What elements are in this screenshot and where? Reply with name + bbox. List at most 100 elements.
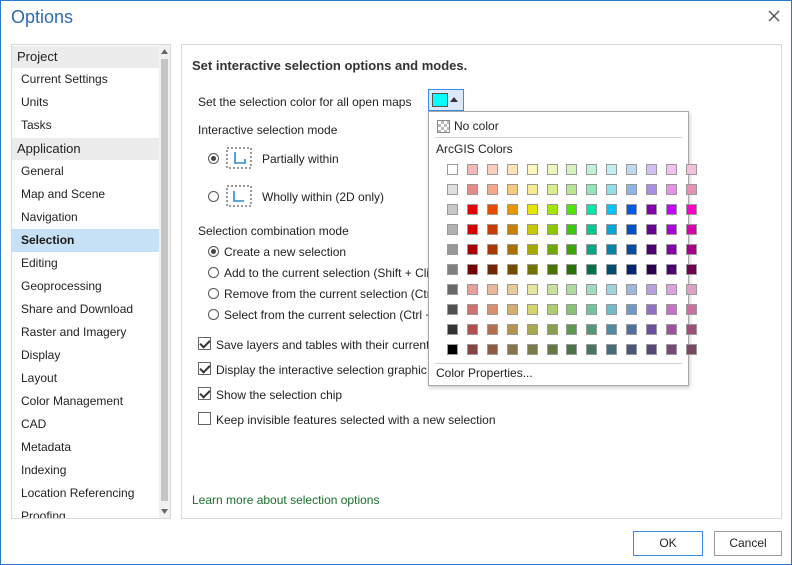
- color-swatch-cell[interactable]: [626, 204, 638, 215]
- color-swatch-cell[interactable]: [447, 244, 458, 255]
- sidebar-item-cad[interactable]: CAD: [12, 413, 160, 436]
- color-swatch-cell[interactable]: [646, 304, 657, 315]
- color-swatch-cell[interactable]: [447, 204, 458, 215]
- color-swatch-cell[interactable]: [606, 304, 618, 315]
- color-swatch-cell[interactable]: [646, 244, 657, 255]
- color-swatch-cell[interactable]: [486, 204, 498, 215]
- color-swatch-cell[interactable]: [606, 264, 618, 275]
- selection-chip-checkbox[interactable]: [198, 387, 211, 400]
- color-swatch-cell[interactable]: [566, 164, 578, 175]
- sidebar-item-raster-and-imagery[interactable]: Raster and Imagery: [12, 321, 160, 344]
- color-swatch-cell[interactable]: [546, 204, 558, 215]
- combo-remove-radio[interactable]: [208, 288, 219, 299]
- color-swatch-cell[interactable]: [566, 204, 578, 215]
- color-swatch-cell[interactable]: [486, 304, 498, 315]
- color-swatch-cell[interactable]: [466, 244, 478, 255]
- color-swatch-cell[interactable]: [685, 184, 697, 195]
- color-swatch-cell[interactable]: [486, 264, 498, 275]
- color-swatch-cell[interactable]: [586, 224, 598, 235]
- ok-button[interactable]: OK: [633, 531, 703, 556]
- color-swatch-cell[interactable]: [586, 324, 598, 335]
- color-swatch-cell[interactable]: [586, 244, 598, 255]
- color-swatch-cell[interactable]: [546, 324, 558, 335]
- color-swatch-cell[interactable]: [546, 164, 558, 175]
- mode-partially-within-radio[interactable]: [208, 153, 219, 164]
- sidebar-item-proofing[interactable]: Proofing: [12, 505, 160, 518]
- color-swatch-cell[interactable]: [646, 284, 657, 295]
- color-swatch-cell[interactable]: [646, 184, 657, 195]
- sidebar-item-display[interactable]: Display: [12, 344, 160, 367]
- color-swatch-cell[interactable]: [506, 264, 518, 275]
- color-swatch-cell[interactable]: [506, 244, 518, 255]
- color-swatch-cell[interactable]: [665, 304, 677, 315]
- color-swatch-cell[interactable]: [466, 264, 478, 275]
- color-swatch-cell[interactable]: [626, 284, 638, 295]
- color-swatch-cell[interactable]: [506, 184, 518, 195]
- color-swatch-cell[interactable]: [606, 164, 618, 175]
- color-swatch-cell[interactable]: [566, 304, 578, 315]
- combo-add-radio[interactable]: [208, 267, 219, 278]
- scroll-thumb[interactable]: [161, 59, 168, 501]
- color-swatch-cell[interactable]: [586, 204, 598, 215]
- color-swatch-cell[interactable]: [506, 164, 518, 175]
- color-swatch-cell[interactable]: [586, 344, 598, 355]
- color-swatch-cell[interactable]: [526, 244, 538, 255]
- color-swatch-cell[interactable]: [626, 164, 638, 175]
- color-swatch-cell[interactable]: [506, 344, 518, 355]
- color-swatch-cell[interactable]: [586, 184, 598, 195]
- color-swatch-cell[interactable]: [506, 224, 518, 235]
- color-swatch-cell[interactable]: [506, 284, 518, 295]
- color-swatch-cell[interactable]: [526, 264, 538, 275]
- mode-wholly-within-radio[interactable]: [208, 191, 219, 202]
- color-swatch-cell[interactable]: [685, 324, 697, 335]
- color-swatch-cell[interactable]: [466, 164, 478, 175]
- color-swatch-cell[interactable]: [486, 244, 498, 255]
- color-swatch-cell[interactable]: [546, 344, 558, 355]
- color-swatch-cell[interactable]: [646, 164, 657, 175]
- color-swatch-cell[interactable]: [606, 224, 618, 235]
- color-swatch-cell[interactable]: [506, 304, 518, 315]
- color-swatch-cell[interactable]: [685, 244, 697, 255]
- color-swatch-cell[interactable]: [685, 304, 697, 315]
- color-swatch-cell[interactable]: [566, 344, 578, 355]
- color-swatch-cell[interactable]: [626, 264, 638, 275]
- color-swatch-cell[interactable]: [566, 264, 578, 275]
- color-swatch-cell[interactable]: [546, 224, 558, 235]
- sidebar-item-share-and-download[interactable]: Share and Download: [12, 298, 160, 321]
- color-swatch-cell[interactable]: [486, 184, 498, 195]
- color-swatch-cell[interactable]: [626, 304, 638, 315]
- color-swatch-cell[interactable]: [665, 284, 677, 295]
- color-swatch-cell[interactable]: [685, 264, 697, 275]
- color-swatch-cell[interactable]: [447, 344, 458, 355]
- sidebar-item-color-management[interactable]: Color Management: [12, 390, 160, 413]
- color-swatch-cell[interactable]: [626, 184, 638, 195]
- color-swatch-cell[interactable]: [526, 344, 538, 355]
- sidebar-item-indexing[interactable]: Indexing: [12, 459, 160, 482]
- color-swatch-cell[interactable]: [586, 164, 598, 175]
- color-swatch-cell[interactable]: [466, 284, 478, 295]
- color-swatch-cell[interactable]: [685, 224, 697, 235]
- color-swatch-cell[interactable]: [566, 224, 578, 235]
- color-swatch-cell[interactable]: [606, 184, 618, 195]
- color-swatch-cell[interactable]: [685, 204, 697, 215]
- color-swatch-cell[interactable]: [685, 164, 697, 175]
- color-swatch-cell[interactable]: [606, 284, 618, 295]
- color-swatch-cell[interactable]: [665, 224, 677, 235]
- color-swatch-cell[interactable]: [586, 304, 598, 315]
- color-swatch-cell[interactable]: [606, 204, 618, 215]
- color-swatch-cell[interactable]: [665, 164, 677, 175]
- color-swatch-cell[interactable]: [566, 244, 578, 255]
- color-swatch-cell[interactable]: [665, 264, 677, 275]
- cancel-button[interactable]: Cancel: [714, 531, 782, 556]
- color-swatch-cell[interactable]: [466, 224, 478, 235]
- sidebar-item-general[interactable]: General: [12, 160, 160, 183]
- sidebar-item-layout[interactable]: Layout: [12, 367, 160, 390]
- color-swatch-cell[interactable]: [626, 344, 638, 355]
- color-swatch-cell[interactable]: [646, 224, 657, 235]
- color-swatch-cell[interactable]: [546, 284, 558, 295]
- combo-new-radio[interactable]: [208, 246, 219, 257]
- color-swatch-cell[interactable]: [586, 264, 598, 275]
- color-swatch-cell[interactable]: [606, 244, 618, 255]
- color-swatch-cell[interactable]: [486, 284, 498, 295]
- sidebar-item-selection[interactable]: Selection: [12, 229, 160, 252]
